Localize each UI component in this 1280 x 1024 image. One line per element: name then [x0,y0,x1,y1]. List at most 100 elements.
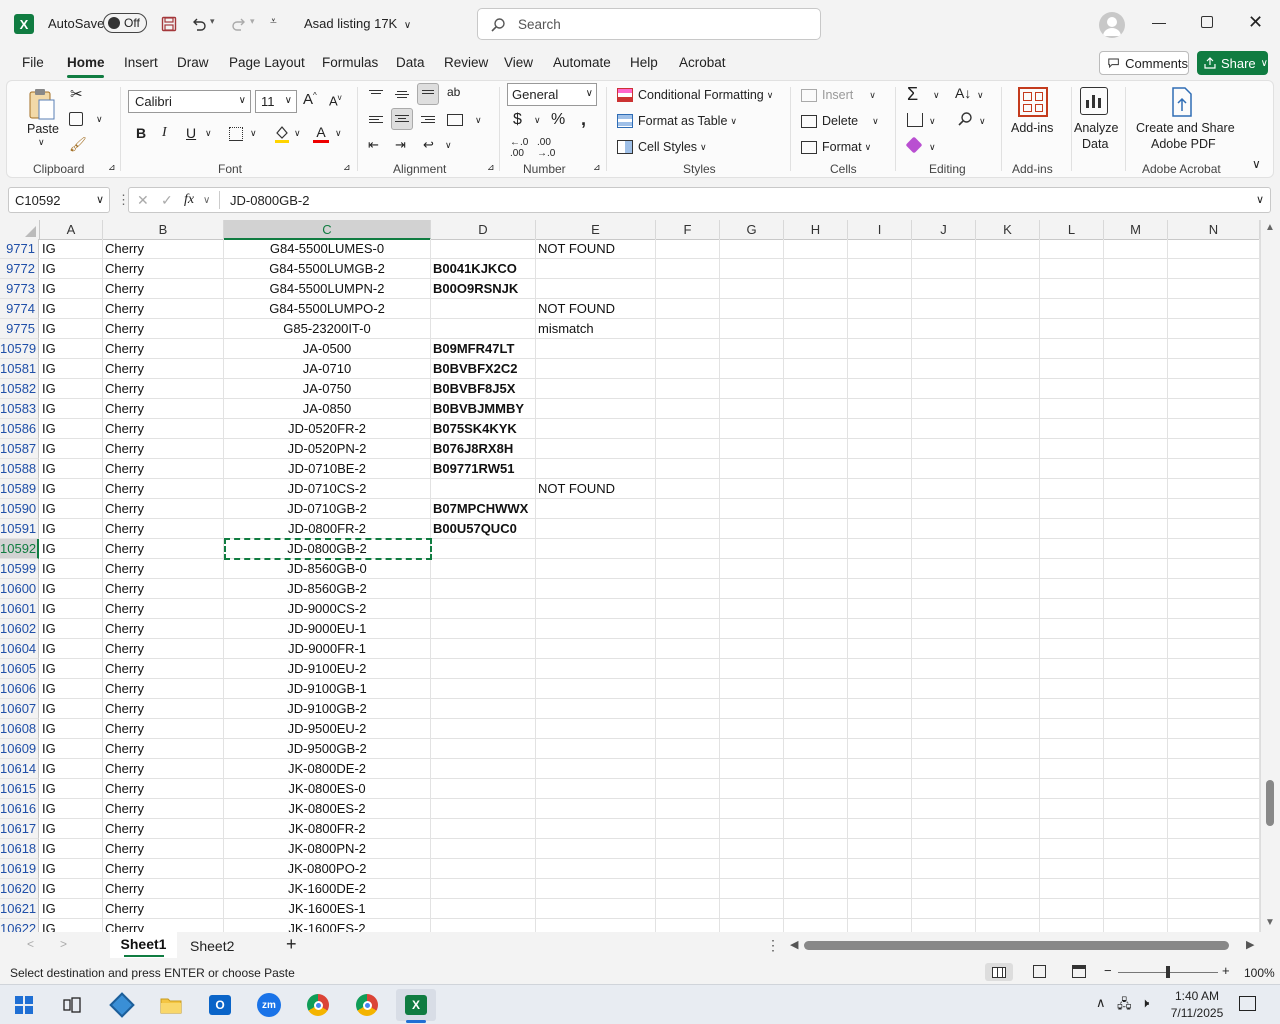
empty-cell[interactable] [1040,739,1104,759]
empty-cell[interactable] [848,399,912,419]
autosum-icon[interactable]: Σ [907,84,918,105]
empty-cell[interactable] [848,599,912,619]
empty-cell[interactable] [1168,519,1260,539]
empty-cell[interactable] [1104,879,1168,899]
cell-a[interactable]: IG [40,699,103,719]
empty-cell[interactable] [720,479,784,499]
cell-c[interactable]: JK-0800ES-2 [224,799,431,819]
font-name-select[interactable]: Calibri ∨ [128,90,251,113]
empty-cell[interactable] [1040,359,1104,379]
empty-cell[interactable] [1040,439,1104,459]
cell-b[interactable]: Cherry [103,279,224,299]
comma-style-icon[interactable]: , [581,109,586,130]
formula-input[interactable]: JD-0800GB-2 [230,193,309,208]
cell-c[interactable]: JD-0520PN-2 [224,439,431,459]
tab-split-icon[interactable]: ⋮ [766,937,780,954]
cell-a[interactable]: IG [40,539,103,559]
column-header-d[interactable]: D [431,220,536,240]
cell-a[interactable]: IG [40,879,103,899]
cell-e[interactable] [536,619,656,639]
empty-cell[interactable] [976,719,1040,739]
paste-icon[interactable] [27,87,57,121]
cell-c[interactable]: JD-9000FR-1 [224,639,431,659]
tab-data[interactable]: Data [396,55,425,70]
cell-d[interactable] [431,479,536,499]
undo-dropdown-icon[interactable]: ▾ [210,16,215,27]
empty-cell[interactable] [912,379,976,399]
cell-e[interactable]: NOT FOUND [536,299,656,319]
underline-icon[interactable]: U [186,125,196,141]
empty-cell[interactable] [720,459,784,479]
column-header-n[interactable]: N [1168,220,1260,240]
empty-cell[interactable] [784,499,848,519]
clipboard-launcher-icon[interactable]: ⊿ [108,162,116,173]
empty-cell[interactable] [720,339,784,359]
empty-cell[interactable] [720,559,784,579]
empty-cell[interactable] [1040,279,1104,299]
tray-chevron-up-icon[interactable]: ∧ [1096,995,1106,1011]
row-header[interactable]: 10591 [0,519,39,539]
cell-d[interactable] [431,639,536,659]
empty-cell[interactable] [1104,639,1168,659]
zoom-in-icon[interactable]: + [1222,963,1230,978]
expand-formula-icon[interactable]: ∨ [1256,193,1264,206]
empty-cell[interactable] [784,479,848,499]
empty-cell[interactable] [1104,399,1168,419]
empty-cell[interactable] [1168,739,1260,759]
number-launcher-icon[interactable]: ⊿ [593,162,601,173]
empty-cell[interactable] [912,319,976,339]
empty-cell[interactable] [976,579,1040,599]
empty-cell[interactable] [848,659,912,679]
empty-cell[interactable] [1168,359,1260,379]
empty-cell[interactable] [912,679,976,699]
zoom-out-icon[interactable]: − [1104,963,1112,978]
empty-cell[interactable] [848,459,912,479]
row-header[interactable]: 10588 [0,459,39,479]
cell-d[interactable]: B07MPCHWWX [431,499,536,519]
cell-e[interactable]: mismatch [536,319,656,339]
empty-cell[interactable] [976,539,1040,559]
empty-cell[interactable] [1168,819,1260,839]
align-left-icon[interactable] [369,114,383,125]
empty-cell[interactable] [976,859,1040,879]
cell-d[interactable]: B00U57QUC0 [431,519,536,539]
row-header[interactable]: 10622 [0,919,39,932]
empty-cell[interactable] [656,599,720,619]
empty-cell[interactable] [848,259,912,279]
decrease-decimal-icon[interactable]: .00 →.0 [537,137,555,159]
empty-cell[interactable] [720,359,784,379]
row-header[interactable]: 10619 [0,859,39,879]
cell-b[interactable]: Cherry [103,699,224,719]
empty-cell[interactable] [720,439,784,459]
decrease-indent-icon[interactable]: ⇤ [368,137,379,153]
row-header[interactable]: 10581 [0,359,39,379]
empty-cell[interactable] [720,279,784,299]
column-header-h[interactable]: H [784,220,848,240]
empty-cell[interactable] [1040,399,1104,419]
empty-cell[interactable] [1168,239,1260,259]
empty-cell[interactable] [1040,899,1104,919]
empty-cell[interactable] [784,819,848,839]
empty-cell[interactable] [848,319,912,339]
cell-a[interactable]: IG [40,899,103,919]
cell-c[interactable]: JD-0710BE-2 [224,459,431,479]
cell-a[interactable]: IG [40,239,103,259]
cut-icon[interactable]: ✂ [70,85,83,103]
cell-c[interactable]: JD-0800FR-2 [224,519,431,539]
empty-cell[interactable] [1168,799,1260,819]
empty-cell[interactable] [1168,639,1260,659]
font-launcher-icon[interactable]: ⊿ [343,162,351,173]
empty-cell[interactable] [1168,899,1260,919]
empty-cell[interactable] [720,419,784,439]
cell-a[interactable]: IG [40,579,103,599]
empty-cell[interactable] [848,739,912,759]
empty-cell[interactable] [1040,599,1104,619]
format-cells-button[interactable]: Format ∨ [801,140,871,154]
row-header[interactable]: 9771 [0,239,39,259]
empty-cell[interactable] [784,519,848,539]
empty-cell[interactable] [784,699,848,719]
empty-cell[interactable] [848,779,912,799]
row-header[interactable]: 10605 [0,659,39,679]
empty-cell[interactable] [1168,319,1260,339]
row-header[interactable]: 10616 [0,799,39,819]
